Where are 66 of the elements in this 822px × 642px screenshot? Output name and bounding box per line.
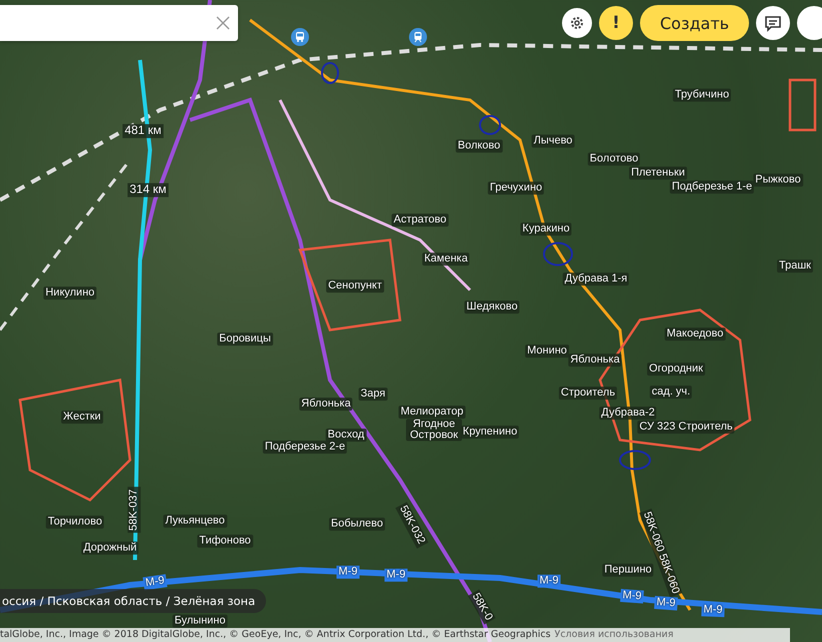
place-label[interactable]: сад. уч. (650, 386, 692, 398)
train-station-icon[interactable] (409, 28, 427, 46)
marker-shape (619, 450, 651, 470)
place-label[interactable]: Яблонька (568, 354, 622, 366)
place-label[interactable]: Трубичино (672, 88, 732, 102)
road-label: M-9 (620, 588, 644, 604)
close-icon[interactable] (216, 16, 230, 30)
place-label[interactable]: Жестки (61, 410, 103, 424)
place-label[interactable]: Рыжково (753, 174, 803, 186)
zone-outline (788, 78, 816, 132)
message-icon (764, 14, 782, 32)
place-label[interactable]: Бобылево (329, 518, 385, 530)
road-label: 314 км (128, 183, 168, 197)
place-label[interactable]: Булынино (172, 614, 228, 628)
place-label[interactable]: Никулино (43, 286, 97, 300)
place-label[interactable]: Макоедово (664, 328, 726, 340)
road-label: M-9 (701, 603, 725, 617)
search-field[interactable] (0, 5, 238, 41)
place-label[interactable]: Восход (326, 428, 366, 442)
place-label[interactable]: Астратово (392, 214, 448, 226)
terms-link[interactable]: Условия использования (554, 628, 674, 642)
place-label[interactable]: Мелиоратор (398, 406, 466, 418)
place-label[interactable]: Волково (456, 140, 502, 152)
place-label[interactable]: Монино (525, 344, 569, 358)
road-label: 58K-037 (128, 487, 140, 533)
place-label[interactable]: Дубрава 1-я (562, 272, 630, 286)
breadcrumb: оссия / Псковская область / Зелёная зона (0, 589, 266, 613)
settings-icon (569, 15, 585, 31)
place-label[interactable]: Крупенино (460, 426, 520, 438)
bus-stop-icon[interactable] (291, 28, 309, 46)
place-label[interactable]: Шедяково (464, 300, 520, 314)
create-button[interactable]: Создать (640, 5, 750, 41)
road-label: M-9 (142, 574, 168, 590)
place-label[interactable]: Лукьянцево (163, 514, 227, 528)
place-label[interactable]: СУ 323 Строитель (637, 420, 735, 434)
place-label[interactable]: Заря (358, 388, 388, 400)
satellite-map[interactable] (0, 0, 822, 642)
road-label: M-9 (538, 574, 560, 588)
road-label: M-9 (654, 596, 678, 610)
place-label[interactable]: Сенопункт (326, 280, 384, 292)
place-label[interactable]: Дубрава-2 (599, 406, 657, 420)
place-label[interactable]: Боровицы (217, 332, 273, 346)
place-label[interactable]: Торчилово (46, 516, 104, 528)
place-label[interactable]: Дорожный (81, 542, 139, 554)
place-label[interactable]: Плетеньки (629, 166, 687, 180)
place-label[interactable]: Лычево (532, 134, 574, 148)
place-label[interactable]: Тифоново (197, 534, 253, 548)
marker-shape (543, 242, 573, 266)
road-label: M-9 (384, 568, 408, 582)
place-label[interactable]: Куракино (520, 222, 572, 236)
place-label[interactable]: Каменка (422, 252, 470, 266)
place-label[interactable]: Трашк (777, 260, 813, 272)
place-label[interactable]: Яблонька (299, 398, 353, 410)
attribution-text: talGlobe, Inc., Image © 2018 DigitalGlobe, Inc., © GeoEye, Inc, © Antrix Corporation Ltd., © Earthstar Geographics (0, 628, 551, 642)
place-label[interactable]: Болотово (588, 152, 640, 166)
marker-shape (321, 62, 339, 84)
place-label[interactable]: Строитель (558, 386, 618, 400)
place-label[interactable]: Гречухино (488, 182, 544, 194)
road-label: 481 км (122, 124, 164, 138)
place-label[interactable]: Ягодное Островок (406, 419, 462, 441)
place-label[interactable]: Огородник (647, 362, 705, 376)
place-label[interactable]: Подберезье 1-е (670, 180, 754, 194)
marker-shape (479, 115, 501, 135)
road-label: M-9 (336, 566, 360, 578)
place-label[interactable]: Першино (602, 564, 654, 576)
place-label[interactable]: Подберезье 2-е (262, 440, 348, 454)
